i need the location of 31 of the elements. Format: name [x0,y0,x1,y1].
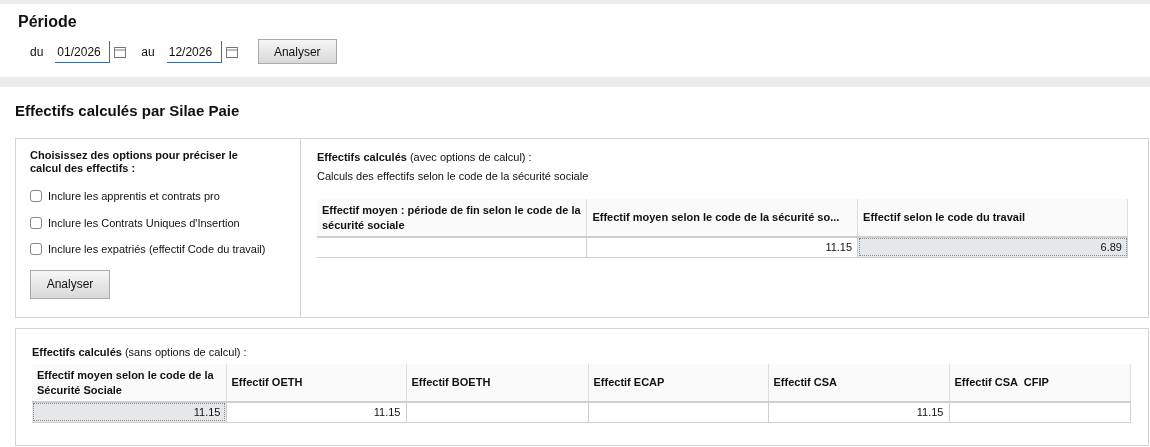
option-label: Inclure les expatriés (effectif Code du travail) [48,242,266,257]
analyze-button[interactable]: Analyser [257,39,337,64]
checkbox[interactable] [30,243,42,256]
checkbox[interactable] [30,190,42,203]
calendar-icon[interactable] [225,45,238,58]
option-label: Inclure les apprentis et contrats pro [48,189,220,204]
section-title: Effectifs calculés par Silae Paie [15,101,241,121]
column-header: Effectif CSA [768,364,949,402]
column-header: Effectif ECAP [588,364,768,402]
analyze-button[interactable]: Analyser [30,269,110,299]
results-title: Effectifs calculés (sans options de calcul) : [32,345,248,359]
results-title: Effectifs calculés (avec options de calcul) : [317,150,533,164]
option-label: Inclure les Contrats Uniques d'Insertion [48,215,240,231]
column-header: Effectif selon le code du travail [857,199,1128,237]
column-header: Effectif CSA CFIP [949,364,1130,402]
column-header: Effectif BOETH [406,364,588,402]
column-header: Effectif moyen : période de fin selon le code de la sécurité sociale [317,199,587,237]
options-title: Choisissez des options pour préciser le calcul des effectifs : [30,149,239,175]
column-header: Effectif moyen selon le code de la sécurité so... [586,199,858,237]
date-field[interactable]: 01/2026 [55,40,111,63]
column-header: Effectif moyen selon le code de la Sécurité Sociale [32,364,226,402]
table-cell[interactable] [317,237,587,257]
to-label: au [141,43,155,61]
period-title: Période [18,12,78,32]
calendar-icon[interactable] [114,45,127,58]
from-label: du [30,43,44,61]
date-field[interactable]: 12/2026 [166,40,222,63]
column-header: Effectif OETH [226,364,406,402]
results-subtitle: Calculs des effectifs selon le code de la sécurité sociale [317,169,590,183]
table-cell[interactable]: 11.15 [32,402,226,422]
checkbox[interactable] [30,216,42,229]
